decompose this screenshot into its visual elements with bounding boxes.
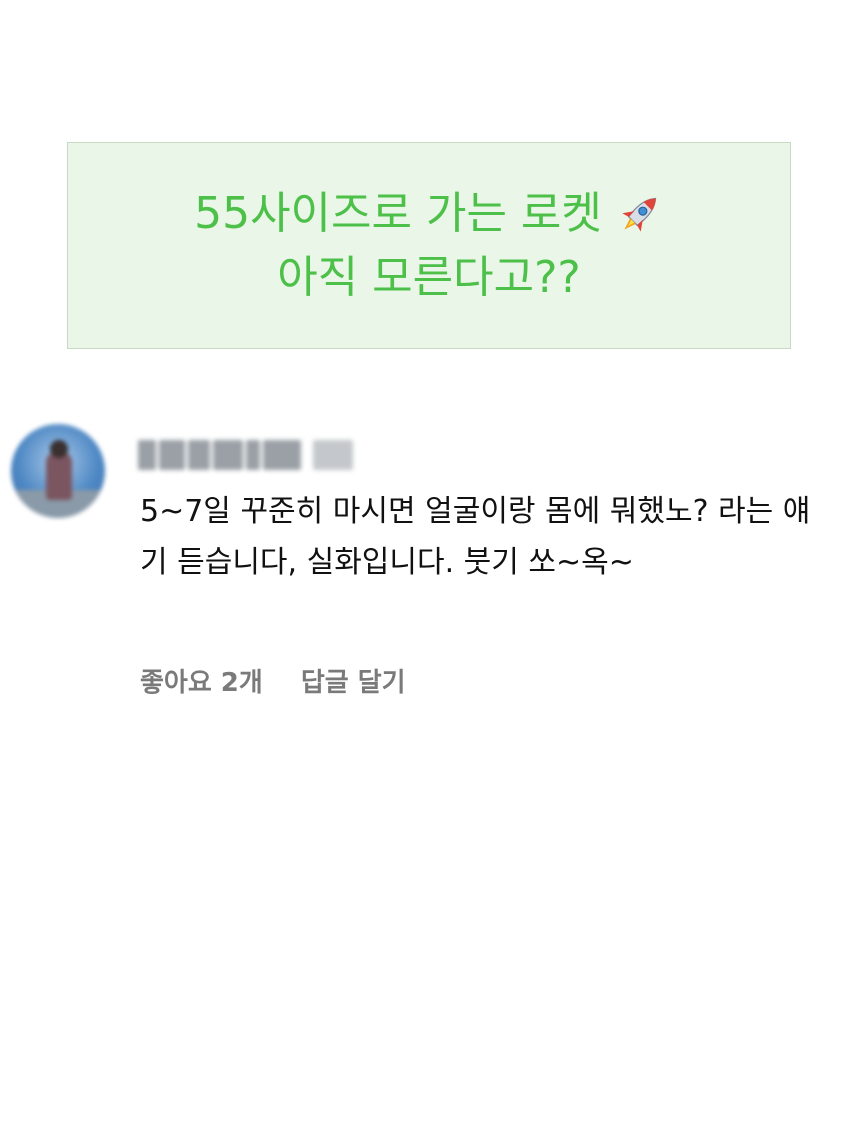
banner-line-2: 아직 모른다고?? (277, 246, 581, 310)
avatar[interactable] (11, 424, 105, 518)
avatar-head (50, 440, 68, 458)
username-redacted[interactable] (138, 440, 353, 470)
redacted-gap (304, 440, 310, 470)
promo-banner: 55사이즈로 가는 로켓 아직 모른다고?? (67, 142, 791, 349)
redacted-block (246, 440, 260, 470)
avatar-figure (46, 452, 72, 500)
redacted-block (263, 440, 301, 470)
redacted-block (138, 440, 156, 470)
banner-line-1: 55사이즈로 가는 로켓 (194, 182, 664, 246)
comment-text: 5~7일 꾸준히 마시면 얼굴이랑 몸에 뭐했노? 라는 얘기 듣습니다, 실화… (140, 494, 811, 580)
redacted-block (188, 440, 210, 470)
rocket-icon (622, 197, 657, 232)
redacted-block (213, 440, 243, 470)
reply-button[interactable]: 답글 달기 (301, 662, 406, 699)
like-count-button[interactable]: 좋아요 2개 (140, 662, 263, 699)
banner-subtitle: 아직 모른다고?? (277, 251, 581, 303)
redacted-timestamp (313, 440, 353, 470)
banner-title: 55사이즈로 가는 로켓 (194, 187, 602, 239)
comment-actions: 좋아요 2개 답글 달기 (140, 662, 406, 699)
redacted-block (159, 440, 185, 470)
